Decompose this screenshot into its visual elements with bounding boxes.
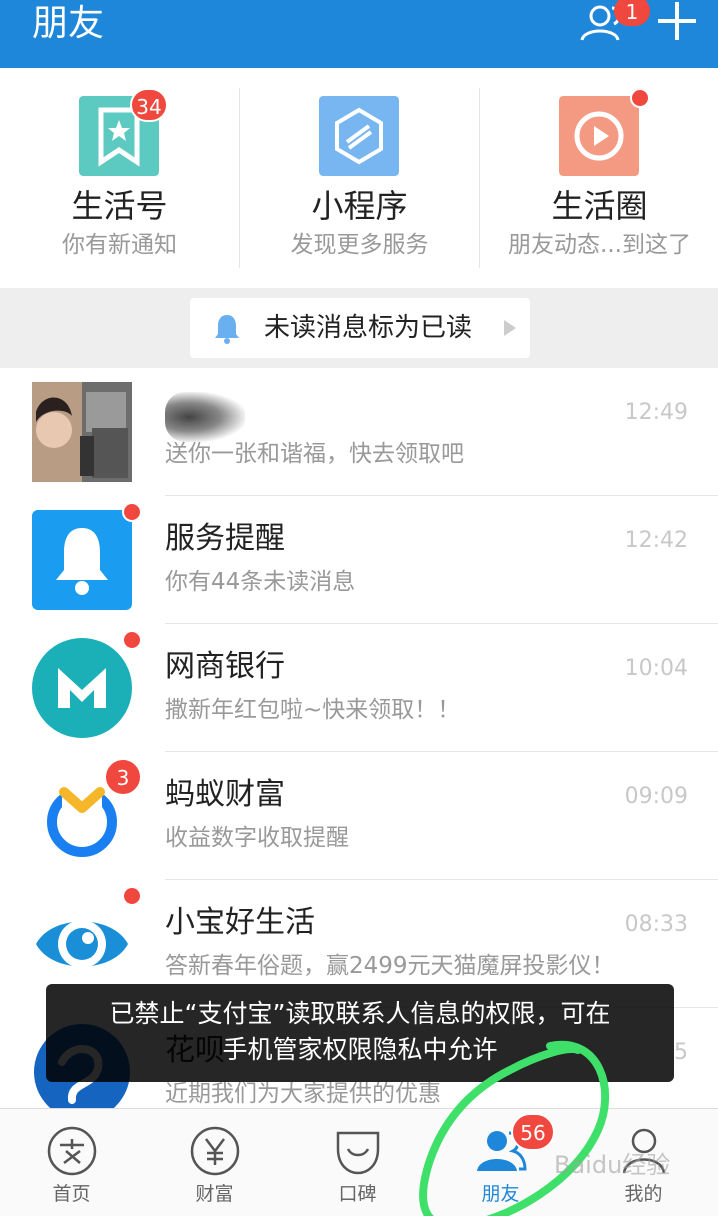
tab-home[interactable]: 首页: [0, 1109, 143, 1216]
message-time: 09:09: [624, 784, 688, 809]
card-life-circle[interactable]: 生活圈 朋友动态...到这了: [480, 68, 718, 288]
tab-label: 首页: [52, 1183, 91, 1205]
top-app-bar: 朋友 1: [0, 0, 718, 68]
unread-dot: [122, 630, 142, 650]
mark-read-label: 未读消息标为已读: [264, 313, 473, 343]
toast-line-2: 手机管家权限隐私中允许: [222, 1035, 498, 1064]
toast-line-1: 已禁止“支付宝”读取联系人信息的权限，可在: [109, 999, 611, 1028]
tab-label: 口碑: [338, 1183, 377, 1205]
tab-label: 我的: [624, 1183, 663, 1205]
home-icon: [47, 1126, 97, 1176]
photo-avatar: [32, 382, 132, 482]
message-row[interactable]: 12:49 送你一张和谐福，快去领取吧: [0, 368, 718, 496]
tab-label: 朋友: [481, 1183, 520, 1205]
life-circle-icon: [559, 96, 639, 176]
message-preview: 答新春年俗题，赢2499元天猫魔屏投影仪！: [165, 953, 615, 979]
message-row[interactable]: 3 蚂蚁财富 09:09 收益数字收取提醒: [0, 752, 718, 880]
yen-icon: [190, 1126, 240, 1176]
unread-count-badge: 3: [104, 758, 142, 796]
message-preview: 近期我们为大家提供的优惠: [165, 1081, 441, 1107]
message-time: 10:04: [624, 656, 688, 681]
message-time: 12:49: [624, 400, 688, 425]
message-preview: 送你一张和谐福，快去领取吧: [165, 441, 464, 467]
unread-dot: [122, 886, 142, 906]
message-time: 5: [674, 1040, 688, 1065]
message-preview: 撒新年红包啦~快来领取！！: [165, 697, 461, 723]
unread-dot: [630, 88, 650, 108]
message-row[interactable]: 服务提醒 12:42 你有44条未读消息: [0, 496, 718, 624]
mini-program-icon: [319, 96, 399, 176]
feature-cards: 34 生活号 你有新通知 小程序 发现更多服务 生活圈 朋友动态...到这了: [0, 68, 718, 288]
card-subtitle: 发现更多服务: [290, 232, 429, 258]
watermark: Baidu经验: [554, 1151, 671, 1179]
message-row[interactable]: 网商银行 10:04 撒新年红包啦~快来领取！！: [0, 624, 718, 752]
message-time: 12:42: [624, 528, 688, 553]
blurred-name: [165, 392, 245, 442]
message-time: 08:33: [624, 912, 688, 937]
card-subtitle: 你有新通知: [62, 232, 177, 258]
bell-icon: [215, 315, 239, 344]
tab-wealth[interactable]: 财富: [143, 1109, 286, 1216]
message-preview: 收益数字收取提醒: [165, 825, 349, 851]
mybank-logo: [32, 638, 132, 738]
conversation-name: 小宝好生活: [165, 905, 315, 940]
message-preview: 你有44条未读消息: [165, 569, 356, 595]
card-title: 小程序: [311, 187, 408, 225]
card-subtitle: 朋友动态...到这了: [508, 232, 691, 258]
unread-dot: [122, 502, 142, 522]
tab-label: 财富: [195, 1183, 234, 1205]
conversation-name: 网商银行: [165, 649, 285, 684]
notification-badge: 34: [130, 88, 168, 122]
card-mini-programs[interactable]: 小程序 发现更多服务: [240, 68, 479, 288]
conversation-name: 蚂蚁财富: [165, 777, 285, 812]
tab-friends[interactable]: 56 朋友: [429, 1109, 572, 1216]
eye-logo: [36, 920, 128, 968]
mark-read-section: 未读消息标为已读: [0, 288, 718, 368]
unread-count-badge: 56: [511, 1113, 555, 1151]
tab-koubei[interactable]: 口碑: [286, 1109, 429, 1216]
mark-all-read-button[interactable]: 未读消息标为已读: [190, 298, 530, 358]
contacts-badge: 1: [614, 0, 650, 26]
chevron-right-icon: [504, 320, 516, 336]
bell-avatar: [32, 510, 132, 610]
koubei-icon: [336, 1131, 380, 1175]
card-title: 生活号: [71, 187, 168, 225]
page-title: 朋友: [32, 3, 105, 44]
card-life-account[interactable]: 34 生活号 你有新通知: [0, 68, 239, 288]
plus-icon[interactable]: [656, 0, 698, 42]
card-title: 生活圈: [551, 187, 648, 225]
toast-message: 已禁止“支付宝”读取联系人信息的权限，可在 手机管家权限隐私中允许: [46, 996, 674, 1068]
permission-toast: 已禁止“支付宝”读取联系人信息的权限，可在 手机管家权限隐私中允许: [46, 984, 674, 1082]
conversation-name: 服务提醒: [165, 521, 285, 556]
